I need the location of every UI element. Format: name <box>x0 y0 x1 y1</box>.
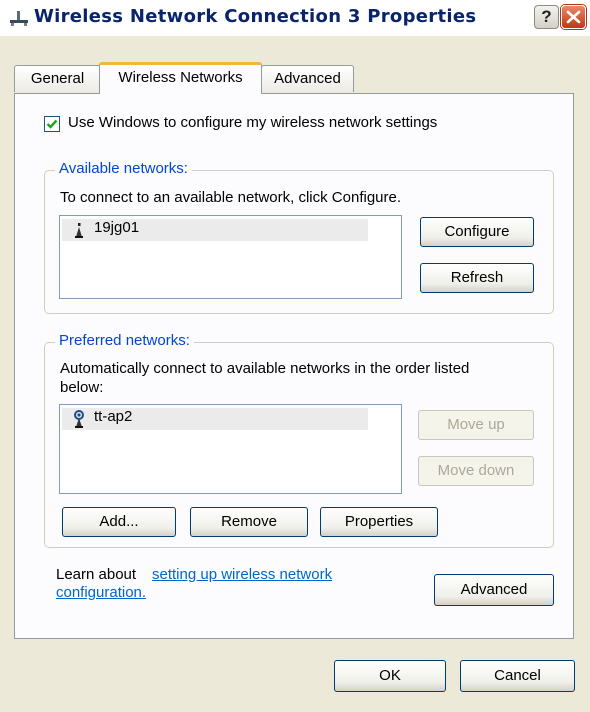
use-windows-checkbox[interactable] <box>44 116 60 132</box>
network-connection-icon <box>10 11 28 26</box>
configure-button[interactable]: Configure <box>420 217 534 247</box>
list-item[interactable]: tt-ap2 <box>62 408 368 430</box>
wireless-config-link[interactable]: setting up wireless network <box>152 566 332 583</box>
tab-advanced[interactable]: Advanced <box>261 65 354 92</box>
wireless-connected-icon <box>74 410 84 428</box>
advanced-button[interactable]: Advanced <box>434 574 554 606</box>
move-down-button[interactable]: Move down <box>418 456 534 486</box>
close-button[interactable] <box>561 5 586 29</box>
window-title: Wireless Network Connection 3 Properties <box>34 6 477 27</box>
learn-about-label: Learn about <box>56 566 137 583</box>
ok-button[interactable]: OK <box>334 660 446 692</box>
properties-dialog: Wireless Network Connection 3 Properties… <box>0 0 590 712</box>
use-windows-label[interactable]: Use Windows to configure my wireless net… <box>68 114 437 131</box>
preferred-instruction-line2: below: <box>60 379 104 396</box>
close-icon <box>566 10 581 24</box>
refresh-button[interactable]: Refresh <box>420 263 534 293</box>
network-name: 19jg01 <box>94 219 140 236</box>
wireless-config-link-line2[interactable]: configuration. <box>56 584 146 601</box>
available-instruction: To connect to an available network, clic… <box>60 189 402 206</box>
tab-general[interactable]: General <box>14 65 101 92</box>
available-networks-title: Available networks: <box>55 160 192 177</box>
remove-button[interactable]: Remove <box>190 507 308 537</box>
preferred-networks-title: Preferred networks: <box>55 332 194 349</box>
add-button[interactable]: Add... <box>62 507 176 537</box>
cancel-button[interactable]: Cancel <box>460 660 575 692</box>
list-item[interactable]: 19jg01 <box>62 219 368 241</box>
preferred-networks-list[interactable]: tt-ap2 <box>59 404 402 494</box>
title-bar[interactable]: Wireless Network Connection 3 Properties… <box>0 0 590 36</box>
wireless-antenna-icon <box>75 223 83 238</box>
network-name: tt-ap2 <box>94 408 133 425</box>
preferred-instruction-line1: Automatically connect to available netwo… <box>60 360 470 377</box>
available-networks-list[interactable]: 19jg01 <box>59 215 402 299</box>
checkmark-icon <box>46 119 58 129</box>
move-up-button[interactable]: Move up <box>418 410 534 440</box>
help-button[interactable]: ? <box>534 5 559 29</box>
tab-wireless-networks[interactable]: Wireless Networks <box>99 62 262 94</box>
properties-button[interactable]: Properties <box>320 507 438 537</box>
